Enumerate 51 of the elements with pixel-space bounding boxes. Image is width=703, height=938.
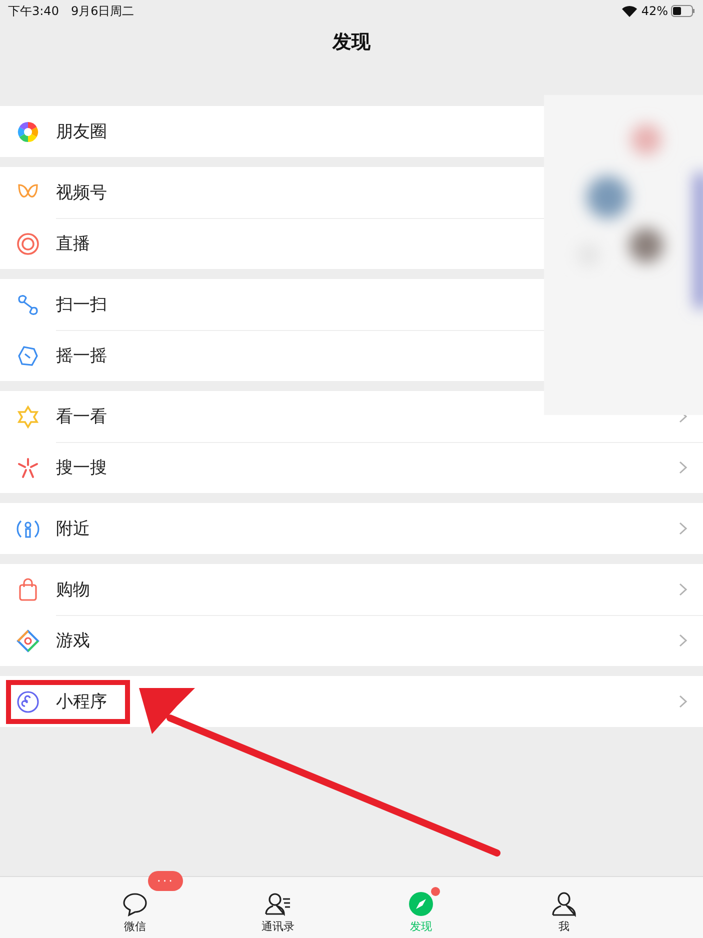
menu-item[interactable]: 小程序 [0,676,703,727]
tab[interactable]: 通讯录 [252,891,304,938]
chevron-icon [679,522,687,535]
menu-label: 游戏 [56,630,91,652]
tab[interactable]: 微信 [109,891,161,938]
scan-icon [16,292,40,316]
star-icon [16,404,40,428]
chevron-icon [679,695,687,708]
menu-label: 扫一扫 [56,294,108,316]
aperture-icon [16,120,40,144]
menu-label: 购物 [56,579,91,601]
battery-percent: 42% [641,4,668,18]
tab-label: 我 [558,919,570,934]
menu-item[interactable]: 搜一搜 [0,442,703,493]
page-title: 发现 [332,30,370,55]
chat-bubble-icon [122,891,148,917]
person-icon [551,891,577,917]
menu-item[interactable]: 摇一摇 [0,330,703,381]
sparkle-icon [16,456,40,480]
chevron-icon [679,634,687,647]
tab-label: 通讯录 [262,919,294,934]
battery-icon [671,5,695,17]
menu-item[interactable]: 附近 [0,503,703,554]
menu-label: 小程序 [56,691,108,713]
tab-label: 发现 [410,919,432,934]
status-time: 下午3:40 [8,2,59,20]
target-icon [16,232,40,256]
shake-icon [16,344,40,368]
menu-item[interactable]: 直播 [0,218,703,269]
menu-label: 搜一搜 [56,457,108,479]
menu-item[interactable]: 看一看 [0,391,703,442]
unread-badge: ··· [148,871,184,891]
menu-label: 摇一摇 [56,345,108,367]
menu-label: 看一看 [56,406,108,428]
tab-label: 微信 [124,919,146,934]
compass-icon [408,891,434,917]
menu-label: 朋友圈 [56,121,108,143]
link-icon [16,690,40,714]
menu-item[interactable]: 游戏 [0,615,703,666]
tab[interactable]: 我 [538,891,590,938]
menu-item[interactable]: 购物 [0,564,703,615]
contacts-icon [264,891,292,917]
bag-icon [16,578,40,602]
menu-label: 视频号 [56,182,108,204]
menu-label: 附近 [56,518,91,540]
diamond-icon [16,628,40,652]
status-date: 9月6日周二 [70,2,134,20]
chevron-icon [679,461,687,474]
chevron-icon [679,583,687,596]
wifi-icon [622,6,638,16]
menu-label: 直播 [56,233,91,255]
